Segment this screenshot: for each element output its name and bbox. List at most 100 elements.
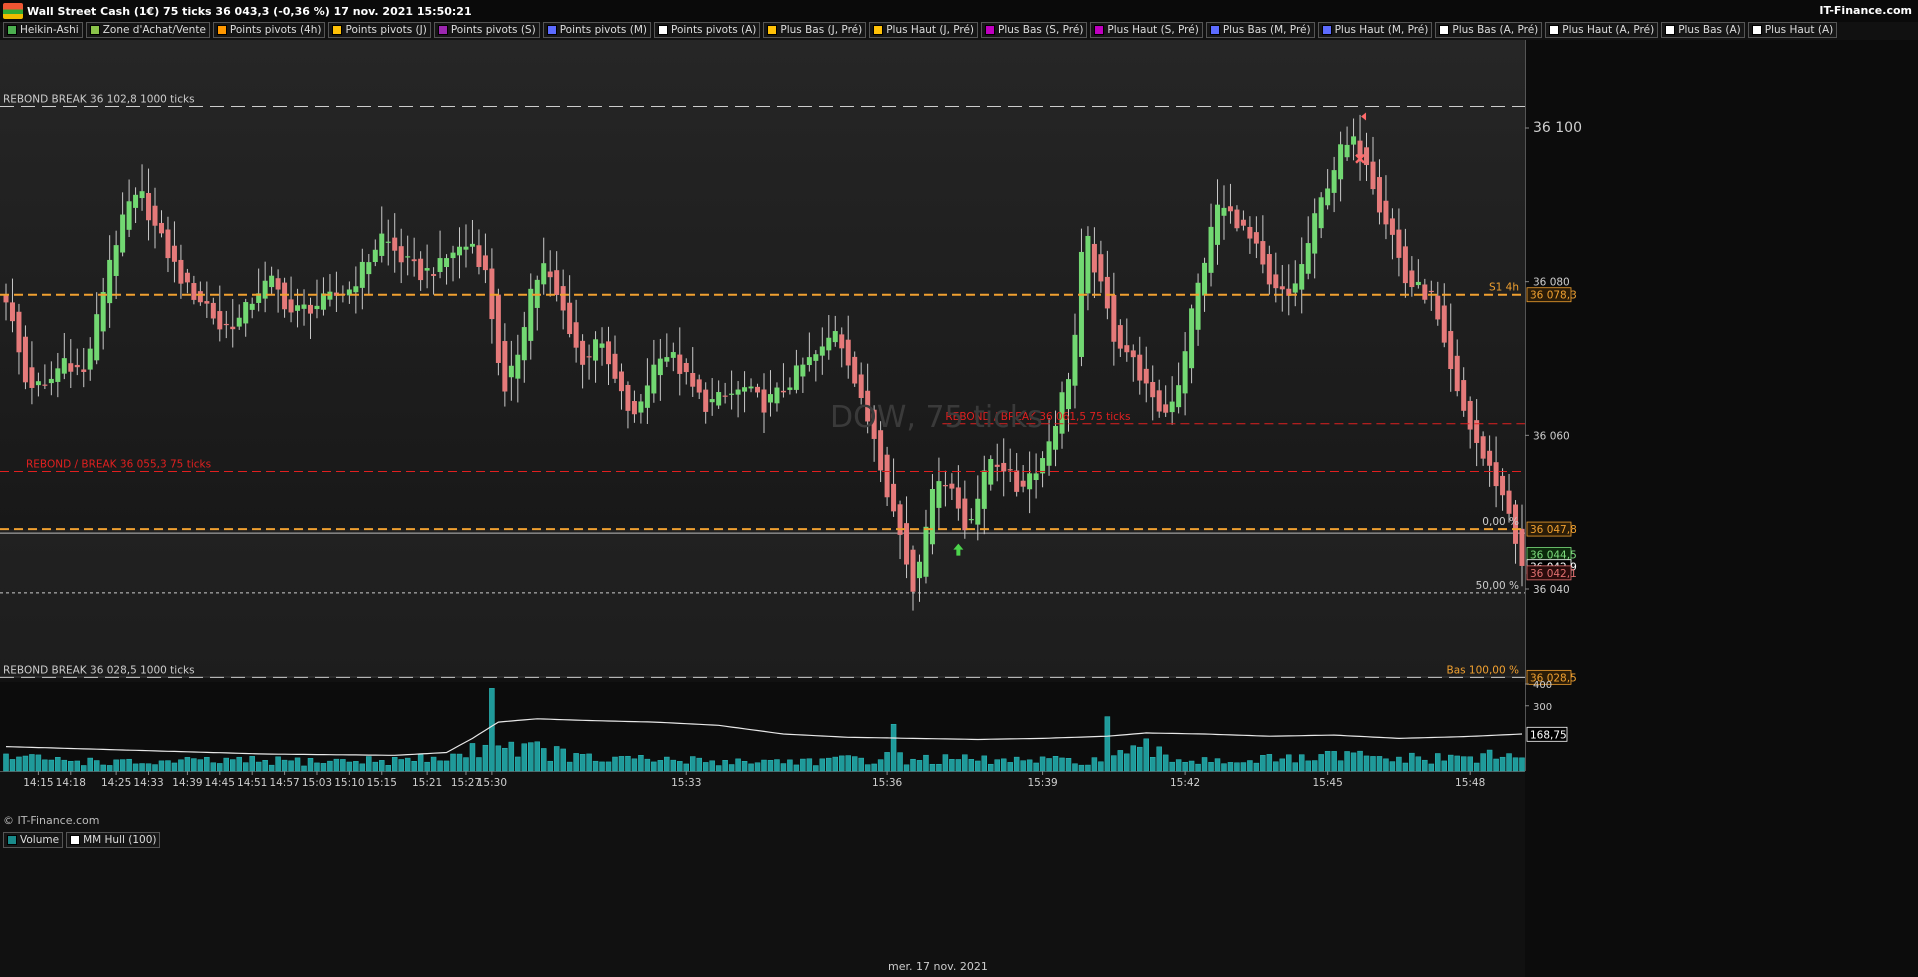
volume-bar: [1020, 760, 1026, 772]
price-tag: 36 042,1: [1526, 565, 1577, 581]
candle-body: [55, 368, 61, 382]
volume-bar: [210, 762, 217, 772]
volume-bar: [897, 752, 903, 772]
time-tick-label: 14:33: [133, 777, 163, 789]
volume-bar: [100, 764, 106, 772]
indicator-legend-item[interactable]: Plus Haut (S, Pré): [1090, 22, 1203, 38]
indicator-legend: Heikin-Ashi Zone d'Achat/Vente Points pivo…: [0, 22, 1871, 39]
indicator-legend-item[interactable]: Plus Bas (A): [1661, 22, 1745, 38]
indicator-legend-item[interactable]: Points pivots (J): [328, 22, 431, 38]
color-swatch-icon: [7, 835, 17, 845]
volume-bar: [1331, 751, 1337, 772]
candle-body: [968, 519, 974, 521]
candle-body: [826, 337, 832, 351]
volume-bar: [1467, 756, 1473, 772]
volume-tag: 168,75: [1526, 726, 1568, 742]
candle-body: [210, 302, 216, 319]
candle-body: [217, 311, 223, 330]
candle-body: [262, 280, 268, 299]
candle-body: [1500, 475, 1506, 496]
volume-bar: [968, 759, 975, 772]
volume-bar: [1409, 752, 1415, 772]
time-tick-label: 15:03: [302, 777, 332, 789]
candle-body: [716, 392, 722, 406]
indicator-legend-item[interactable]: Plus Bas (M, Pré): [1205, 22, 1315, 38]
volume-bar: [1318, 754, 1324, 772]
price-tag: 36 078,3: [1526, 287, 1577, 303]
indicator-legend-item[interactable]: Heikin-Ashi: [3, 22, 83, 38]
volume-bar: [981, 755, 988, 772]
volume-bar: [379, 760, 385, 772]
volume-bar: [294, 757, 301, 772]
volume-bar: [1266, 754, 1273, 772]
volume-bar: [68, 761, 74, 772]
volume-bar: [132, 763, 139, 772]
indicator-legend-item[interactable]: Plus Bas (J, Pré): [763, 22, 867, 38]
indicator-legend-label: Plus Haut (A): [1764, 24, 1834, 36]
volume-bar: [657, 760, 664, 772]
volume-bar: [890, 723, 897, 772]
indicator-legend-item[interactable]: Plus Haut (A): [1747, 22, 1838, 38]
candle-body: [787, 387, 793, 390]
candle-body: [1318, 197, 1324, 229]
volume-bar: [482, 744, 489, 772]
volume-bar: [268, 764, 275, 772]
volume-bar: [417, 754, 424, 772]
candle-body: [839, 334, 845, 349]
volume-bar: [158, 760, 165, 772]
candle-body: [541, 263, 547, 285]
volume-bar: [1454, 755, 1460, 772]
candle-body: [625, 384, 631, 411]
candle-body: [878, 430, 884, 471]
candle-body: [392, 237, 398, 251]
candle-body: [709, 399, 715, 403]
indicator-legend-item[interactable]: Points pivots (A): [653, 22, 761, 38]
volume-bar: [1117, 750, 1124, 772]
volume-bar: [651, 761, 657, 772]
candle-body: [1176, 385, 1182, 408]
candle-body: [444, 258, 450, 267]
candle-body: [1111, 294, 1117, 342]
candle-body: [755, 386, 761, 393]
volume-bar: [61, 759, 68, 772]
volume-bar: [540, 748, 547, 772]
candle-body: [1240, 219, 1246, 226]
candle-body: [593, 339, 599, 361]
volume-bar: [722, 760, 728, 772]
volume-bar: [670, 759, 677, 772]
volume-legend-item[interactable]: Volume: [3, 832, 64, 848]
candle-body: [1065, 379, 1071, 410]
candle-body: [139, 191, 145, 199]
volume-bar: [1026, 759, 1033, 772]
candle-body: [482, 255, 488, 271]
level-label: REBOND BREAK 36 102,8 1000 ticks: [3, 93, 195, 105]
candle-body: [126, 201, 132, 230]
indicator-legend-item[interactable]: Plus Haut (M, Pré): [1317, 22, 1433, 38]
indicator-legend-item[interactable]: Points pivots (M): [542, 22, 651, 38]
candle-body: [767, 394, 773, 403]
indicator-legend-item[interactable]: Plus Bas (A, Pré): [1435, 22, 1543, 38]
volume-bar: [1512, 757, 1519, 772]
volume-bar: [832, 756, 839, 772]
indicator-legend-item[interactable]: Zone d'Achat/Vente: [85, 22, 210, 38]
volume-bar: [184, 757, 191, 772]
candle-body: [612, 353, 618, 379]
volume-legend-item[interactable]: MM Hull (100): [66, 832, 161, 848]
candle-body: [981, 470, 987, 509]
indicator-legend-item[interactable]: Plus Haut (A, Pré): [1545, 22, 1659, 38]
indicator-legend-item[interactable]: Plus Haut (J, Pré): [869, 22, 979, 38]
time-tick-label: 14:51: [237, 777, 267, 789]
indicator-legend-item[interactable]: Points pivots (4h): [212, 22, 326, 38]
indicator-legend-item[interactable]: Plus Bas (S, Pré): [981, 22, 1088, 38]
volume-bar: [1234, 762, 1240, 772]
volume-bar: [761, 759, 767, 772]
candle-body: [463, 246, 469, 250]
candle-body: [1325, 188, 1331, 206]
volume-bar: [437, 760, 443, 772]
volume-bar: [929, 763, 936, 772]
candle-body: [1227, 206, 1233, 212]
volume-bar: [644, 758, 651, 772]
candle-body: [1351, 136, 1357, 145]
candlestick-chart[interactable]: REBOND BREAK 36 102,8 1000 ticks S1 4h REB…: [0, 40, 1918, 977]
indicator-legend-item[interactable]: Points pivots (S): [433, 22, 540, 38]
